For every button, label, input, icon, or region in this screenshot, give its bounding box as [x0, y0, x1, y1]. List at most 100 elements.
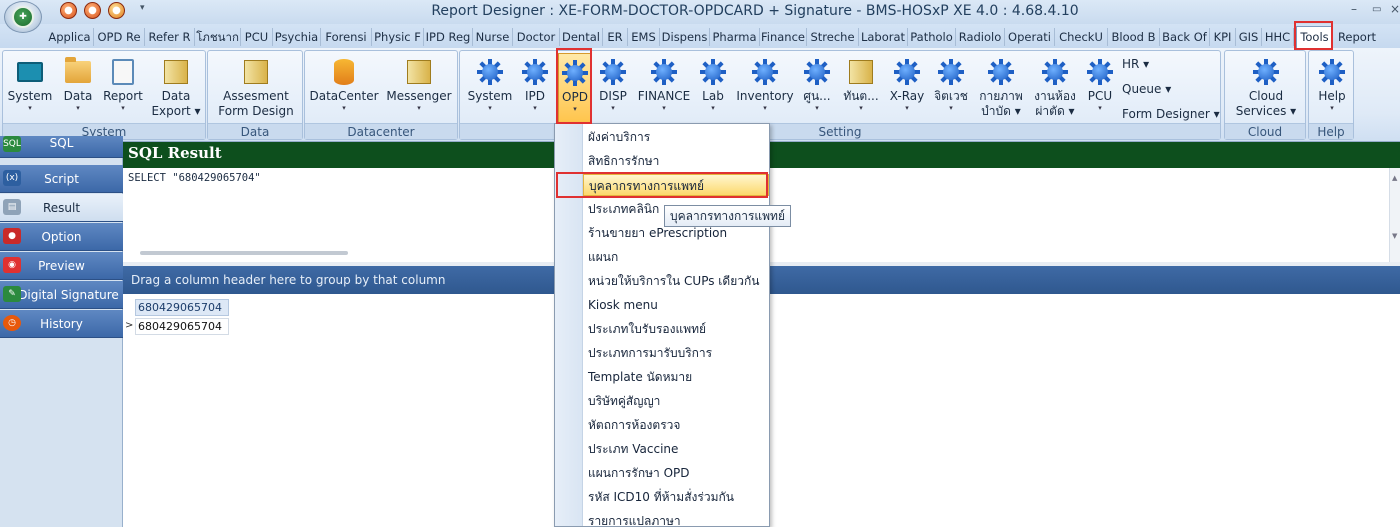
hr-button[interactable]: HR ▾: [1122, 57, 1149, 71]
help-button[interactable]: Help ▾: [1313, 53, 1351, 123]
gear-icon: [477, 59, 503, 85]
menu-item-visit-type[interactable]: ประเภทการมารับบริการ: [583, 342, 769, 364]
datacenter-button[interactable]: DataCenter ▾: [309, 53, 379, 123]
menu-item-opd-treatment-plan[interactable]: แผนการรักษา OPD: [583, 462, 769, 484]
menu-item-treatment-rights[interactable]: สิทธิการรักษา: [583, 150, 769, 172]
setting-xray-button[interactable]: X-Ray ▾: [888, 53, 926, 123]
setting-xray-label: X-Ray: [889, 89, 925, 103]
grid-cell[interactable]: 680429065704: [135, 318, 229, 335]
menu-item-contract-company[interactable]: บริษัทคู่สัญญา: [583, 390, 769, 412]
tab-hhc[interactable]: HHC: [1262, 28, 1294, 46]
cloud-services-button[interactable]: Cloud Services ▾: [1231, 53, 1301, 123]
data-export-button[interactable]: Data Export ▾: [149, 53, 203, 123]
gear-icon: [651, 59, 677, 85]
tab-kpi[interactable]: KPI: [1210, 28, 1236, 46]
menu-item-department[interactable]: แผนก: [583, 246, 769, 268]
nav-digital-signature[interactable]: ✎ Digital Signature: [0, 281, 123, 309]
report-menu-button[interactable]: Report ▾: [101, 53, 145, 123]
form-designer-button[interactable]: Form Designer ▾: [1122, 107, 1220, 121]
tab-back-of[interactable]: Back Of: [1160, 28, 1210, 46]
system-menu-button[interactable]: System ▾: [5, 53, 55, 123]
tab-dental[interactable]: Dental: [560, 28, 603, 46]
tab-ems[interactable]: EMS: [628, 28, 660, 46]
menu-item-exam-room-procedure[interactable]: หัตถการห้องตรวจ: [583, 414, 769, 436]
tab-blood-b[interactable]: Blood B: [1108, 28, 1160, 46]
tab-pharma[interactable]: Pharma: [710, 28, 760, 46]
tab-laborat[interactable]: Laborat: [859, 28, 908, 46]
system-menu-label: System: [7, 89, 53, 103]
setting-inventory-button[interactable]: Inventory ▾: [736, 53, 794, 123]
setting-dental-button[interactable]: ทันต... ▾: [842, 53, 880, 123]
menu-item-kiosk-menu[interactable]: Kiosk menu: [583, 294, 769, 316]
group-label-data: Data: [208, 123, 302, 139]
setting-system-button[interactable]: System ▾: [466, 53, 514, 123]
gear-icon: [600, 59, 626, 85]
tab-radiolo[interactable]: Radiolo: [956, 28, 1005, 46]
nav-history[interactable]: ◷ History: [0, 310, 123, 338]
setting-psychiatry-button[interactable]: จิตเวช ▾: [932, 53, 970, 123]
tab-tools[interactable]: Tools: [1296, 26, 1333, 48]
menu-item-translation-list[interactable]: รายการแปลภาษา: [583, 510, 769, 527]
tab-opd-re[interactable]: OPD Re: [94, 28, 145, 46]
queue-button[interactable]: Queue ▾: [1122, 82, 1171, 96]
setting-pcu-button[interactable]: PCU ▾: [1082, 53, 1118, 123]
tab-forensi[interactable]: Forensi: [321, 28, 372, 46]
tab-gis[interactable]: GIS: [1236, 28, 1262, 46]
app-menu-button[interactable]: ✚: [4, 1, 42, 33]
gear-icon: [752, 59, 778, 85]
tab-pcu[interactable]: PCU: [241, 28, 273, 46]
nav-preview[interactable]: ◉ Preview: [0, 252, 123, 280]
tab-streche[interactable]: Streche: [807, 28, 859, 46]
tab-physic-f[interactable]: Physic F: [372, 28, 424, 46]
setting-disp-button[interactable]: DISP ▾: [596, 53, 630, 123]
scroll-down-icon[interactable]: ▼: [1392, 232, 1397, 240]
nav-result[interactable]: ▤ Result: [0, 194, 123, 222]
messenger-button[interactable]: Messenger ▾: [383, 53, 455, 123]
setting-opd-button[interactable]: OPD ▾: [558, 53, 592, 123]
nav-option[interactable]: ● Option: [0, 223, 123, 251]
tab-psychia[interactable]: Psychia: [273, 28, 321, 46]
close-button[interactable]: ×: [1390, 2, 1400, 16]
restore-button[interactable]: ▭: [1372, 4, 1381, 15]
tab-checkup[interactable]: CheckU: [1055, 28, 1108, 46]
menu-item-appointment-template[interactable]: Template นัดหมาย: [583, 366, 769, 388]
tab-refer-r[interactable]: Refer R: [145, 28, 195, 46]
tab-applica[interactable]: Applica: [46, 28, 94, 46]
cloud-label: Cloud: [1248, 89, 1284, 103]
horizontal-scroll-thumb[interactable]: [140, 251, 348, 255]
tab-doctor[interactable]: Doctor: [513, 28, 560, 46]
sql-editor-scrollbar[interactable]: ▲ ▼: [1389, 168, 1400, 262]
tab-dispens[interactable]: Dispens: [660, 28, 710, 46]
tab-operati[interactable]: Operati: [1005, 28, 1055, 46]
app-logo-icon: ✚: [12, 6, 34, 28]
menu-item-service-charges[interactable]: ผังค่าบริการ: [583, 126, 769, 148]
tab-patholo[interactable]: Patholo: [908, 28, 956, 46]
menu-item-medical-certificate-type[interactable]: ประเภทใบรับรองแพทย์: [583, 318, 769, 340]
setting-finance-button[interactable]: FINANCE ▾: [636, 53, 692, 123]
grid-column-header[interactable]: 680429065704: [135, 299, 229, 316]
menu-item-icd10-restriction[interactable]: รหัส ICD10 ที่ห้ามสั่งร่วมกัน: [583, 486, 769, 508]
setting-center-button[interactable]: ศูน... ▾: [800, 53, 834, 123]
setting-physiotherapy-button[interactable]: กายภาพ บำบัด ▾: [976, 53, 1026, 123]
setting-system-arrow: ▾: [488, 104, 492, 112]
setting-lab-button[interactable]: Lab ▾: [698, 53, 728, 123]
menu-item-vaccine-type[interactable]: ประเภท Vaccine: [583, 438, 769, 460]
minimize-button[interactable]: –: [1351, 2, 1357, 16]
menu-item-medical-personnel[interactable]: บุคลากรทางการแพทย์: [583, 174, 769, 196]
tab-report[interactable]: Report: [1334, 28, 1380, 46]
ribbon-group-system: System ▾ Data ▾ Report ▾ Data Export ▾ S…: [2, 50, 206, 140]
setting-ipd-button[interactable]: IPD ▾: [518, 53, 552, 123]
nav-script[interactable]: (x) Script: [0, 165, 123, 193]
menu-item-cup-service-unit[interactable]: หน่วยให้บริการใน CUPs เดียวกัน: [583, 270, 769, 292]
scroll-up-icon[interactable]: ▲: [1392, 174, 1397, 182]
setting-operating-room-label-2: ผ่าตัด ▾: [1035, 104, 1075, 118]
tab-ipd-reg[interactable]: IPD Reg: [424, 28, 473, 46]
nav-sql[interactable]: SQL SQL: [0, 136, 123, 158]
tab-nutrition[interactable]: โภชนาก: [195, 28, 241, 46]
assessment-form-design-button[interactable]: Assesment Form Design: [214, 53, 298, 123]
tab-finance[interactable]: Finance: [760, 28, 807, 46]
tab-er[interactable]: ER: [603, 28, 628, 46]
data-menu-button[interactable]: Data ▾: [57, 53, 99, 123]
tab-nurse[interactable]: Nurse: [473, 28, 513, 46]
setting-operating-room-button[interactable]: งานห้อง ผ่าตัด ▾: [1030, 53, 1080, 123]
